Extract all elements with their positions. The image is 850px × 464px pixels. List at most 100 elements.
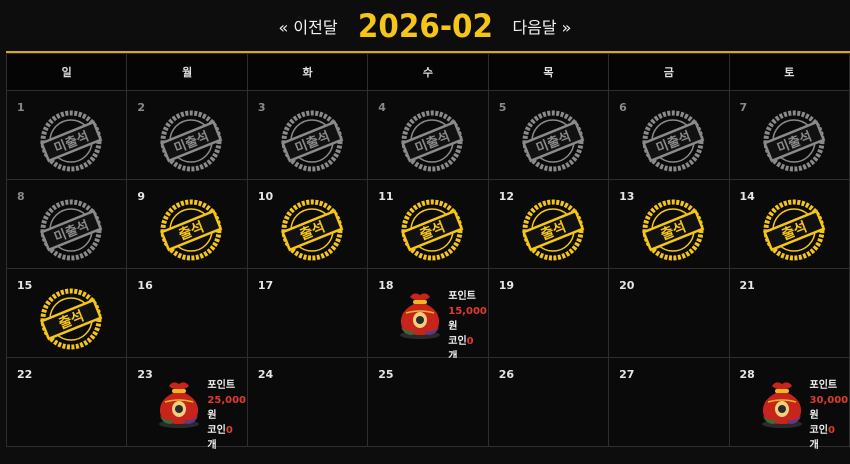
calendar-day-cell: 9 출석 bbox=[126, 179, 248, 269]
day-number: 16 bbox=[137, 279, 153, 292]
calendar-day-cell: 11 출석 bbox=[367, 179, 489, 269]
weekday-thu: 목 bbox=[487, 53, 610, 91]
coin-value: 0 bbox=[827, 425, 835, 436]
point-unit: 원 bbox=[207, 410, 217, 421]
reward-text: 포인트 25,000 원 코인0 개 bbox=[207, 378, 246, 453]
day-number: 11 bbox=[378, 190, 394, 203]
weekday-sat: 토 bbox=[728, 53, 850, 91]
coin-label: 코인 bbox=[809, 425, 828, 436]
day-number: 24 bbox=[257, 368, 274, 381]
point-value: 30,000 bbox=[809, 395, 849, 406]
calendar-day-cell: 20 bbox=[608, 268, 730, 358]
absent-stamp-icon: 미출석 bbox=[280, 110, 344, 172]
weekday-header-row: 일 월 화 수 목 금 토 bbox=[5, 53, 850, 91]
day-number: 20 bbox=[619, 279, 635, 292]
coin-unit: 개 bbox=[207, 440, 217, 451]
point-label: 포인트 bbox=[809, 380, 838, 391]
day-number: 19 bbox=[498, 279, 514, 292]
coin-value: 0 bbox=[225, 425, 233, 436]
attendance-calendar: 일 월 화 수 목 금 토 1 미출석 2 미출석 3 미출석 4 미출석 5 미출석 6 미출석 7 미… bbox=[5, 53, 850, 451]
absent-stamp-icon: 미출석 bbox=[160, 110, 223, 172]
calendar-week-row: 22 23 포인트 25,000 원 코인0 개 24 25 26 27 28 포인트 30,000 원 코인… bbox=[5, 357, 850, 451]
calendar-day-cell: 8 미출석 bbox=[5, 179, 128, 269]
day-number: 12 bbox=[498, 190, 514, 203]
calendar-day-cell: 14 출석 bbox=[728, 179, 850, 269]
absent-stamp-icon: 미출석 bbox=[521, 110, 585, 172]
calendar-day-cell: 2 미출석 bbox=[126, 90, 248, 180]
day-number: 7 bbox=[739, 101, 748, 114]
calendar-day-cell: 6 미출석 bbox=[608, 90, 730, 180]
attended-stamp-icon: 출석 bbox=[280, 199, 344, 261]
calendar-day-cell: 12 출석 bbox=[487, 179, 610, 269]
calendar-week-row: 1 미출석 2 미출석 3 미출석 4 미출석 5 미출석 6 미출석 7 미출석 bbox=[5, 90, 850, 180]
attended-stamp-icon: 출석 bbox=[762, 199, 825, 261]
weekday-tue: 화 bbox=[246, 53, 369, 91]
point-value: 25,000 bbox=[207, 395, 247, 406]
calendar-week-row: 15 출석 16 17 18 포인트 15,000 원 코인0 개 19 20 21 bbox=[5, 268, 850, 362]
calendar-day-cell: 27 bbox=[608, 357, 730, 447]
weekday-sun: 일 bbox=[5, 53, 128, 91]
calendar-day-cell: 10 출석 bbox=[246, 179, 369, 269]
calendar-header: « 이전달 2026-02 다음달 » bbox=[0, 0, 850, 52]
absent-stamp-icon: 미출석 bbox=[40, 110, 103, 172]
day-number: 17 bbox=[257, 279, 274, 292]
day-number: 22 bbox=[17, 368, 33, 381]
lucky-bag-icon bbox=[761, 382, 802, 428]
day-number: 13 bbox=[619, 190, 635, 203]
day-number: 1 bbox=[17, 101, 25, 114]
attended-stamp-icon: 출석 bbox=[160, 199, 223, 261]
calendar-day-cell: 23 포인트 25,000 원 코인0 개 bbox=[126, 357, 248, 451]
reward-text: 포인트 15,000 원 코인0 개 bbox=[448, 289, 487, 364]
coin-value: 0 bbox=[466, 336, 474, 347]
calendar-day-cell: 13 출석 bbox=[608, 179, 730, 269]
attended-stamp-icon: 출석 bbox=[401, 199, 464, 261]
calendar-day-cell: 1 미출석 bbox=[5, 90, 128, 180]
day-number: 10 bbox=[257, 190, 274, 203]
coin-label: 코인 bbox=[207, 425, 226, 436]
day-number: 2 bbox=[137, 101, 146, 114]
calendar-day-cell: 16 bbox=[126, 268, 248, 358]
calendar-body: 1 미출석 2 미출석 3 미출석 4 미출석 5 미출석 6 미출석 7 미출석 8 미출석 9 출석 10 출석 1… bbox=[5, 90, 850, 451]
day-number: 4 bbox=[378, 101, 386, 114]
prev-month-link[interactable]: « 이전달 bbox=[279, 14, 338, 38]
day-number: 21 bbox=[739, 279, 755, 292]
day-number: 28 bbox=[739, 368, 755, 381]
calendar-day-cell: 5 미출석 bbox=[487, 90, 610, 180]
attended-stamp-icon: 출석 bbox=[40, 288, 103, 350]
day-number: 25 bbox=[378, 368, 394, 381]
day-number: 9 bbox=[137, 190, 146, 203]
calendar-day-cell: 3 미출석 bbox=[246, 90, 369, 180]
calendar-day-cell: 19 bbox=[487, 268, 610, 358]
reward-info: 포인트 30,000 원 코인0 개 bbox=[758, 378, 850, 451]
absent-stamp-icon: 미출석 bbox=[40, 199, 103, 261]
point-unit: 원 bbox=[448, 321, 458, 332]
attended-stamp-icon: 출석 bbox=[521, 199, 585, 261]
calendar-day-cell: 7 미출석 bbox=[728, 90, 850, 180]
day-number: 14 bbox=[739, 190, 755, 203]
day-number: 15 bbox=[17, 279, 33, 292]
point-label: 포인트 bbox=[448, 291, 476, 302]
calendar-day-cell: 26 bbox=[487, 357, 610, 447]
attended-stamp-icon: 출석 bbox=[642, 199, 705, 261]
lucky-bag-icon bbox=[159, 382, 200, 428]
absent-stamp-icon: 미출석 bbox=[762, 110, 825, 172]
coin-unit: 개 bbox=[809, 440, 819, 451]
calendar-week-row: 8 미출석 9 출석 10 출석 11 출석 12 출석 13 출석 14 출석 bbox=[5, 179, 850, 269]
reward-text: 포인트 30,000 원 코인0 개 bbox=[810, 378, 849, 453]
absent-stamp-icon: 미출석 bbox=[401, 110, 464, 172]
day-number: 6 bbox=[619, 101, 627, 114]
day-number: 27 bbox=[619, 368, 635, 381]
calendar-day-cell: 18 포인트 15,000 원 코인0 개 bbox=[367, 268, 489, 362]
calendar-day-cell: 15 출석 bbox=[5, 268, 128, 358]
calendar-day-cell: 25 bbox=[367, 357, 489, 447]
lucky-bag-icon bbox=[400, 293, 441, 339]
calendar-day-cell: 17 bbox=[246, 268, 369, 358]
calendar-day-cell: 4 미출석 bbox=[367, 90, 489, 180]
day-number: 26 bbox=[498, 368, 514, 381]
day-number: 3 bbox=[257, 101, 266, 114]
weekday-fri: 금 bbox=[608, 53, 730, 91]
day-number: 8 bbox=[17, 190, 25, 203]
current-month-title: 2026-02 bbox=[357, 7, 493, 45]
absent-stamp-icon: 미출석 bbox=[642, 110, 705, 172]
next-month-link[interactable]: 다음달 » bbox=[512, 14, 571, 38]
